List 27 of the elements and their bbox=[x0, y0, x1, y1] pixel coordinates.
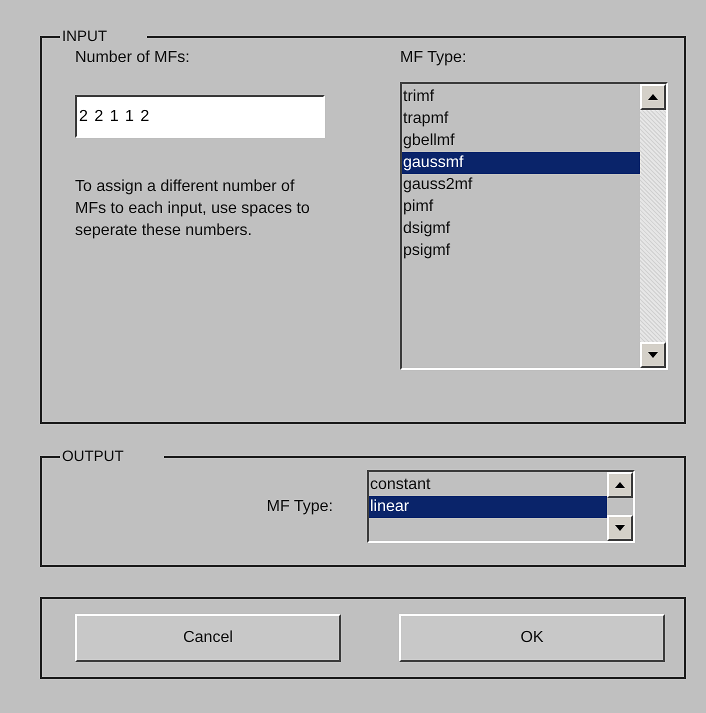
scroll-up-button[interactable] bbox=[607, 472, 633, 498]
scroll-up-button[interactable] bbox=[640, 84, 666, 110]
hint-text: To assign a different number of MFs to each input, use spaces to seperate these numbers. bbox=[75, 177, 311, 241]
field-label: MF Type: bbox=[266, 498, 334, 516]
scroll-down-button[interactable] bbox=[640, 342, 666, 368]
list-item[interactable]: psigmf bbox=[402, 240, 640, 262]
list-item[interactable]: constant bbox=[369, 474, 607, 496]
list-item[interactable]: gauss2mf bbox=[402, 174, 640, 196]
list-item[interactable]: gaussmf bbox=[402, 152, 640, 174]
up-triangle-icon bbox=[648, 94, 658, 100]
list-item[interactable]: linear bbox=[369, 496, 607, 518]
list-item[interactable]: gbellmf bbox=[402, 130, 640, 152]
scroll-down-button[interactable] bbox=[607, 515, 633, 541]
down-triangle-icon bbox=[648, 352, 658, 358]
field-label: MF Type: bbox=[400, 48, 468, 68]
dialog-button[interactable]: Cancel bbox=[75, 614, 341, 662]
list-item[interactable]: pimf bbox=[402, 196, 640, 218]
number-input-field[interactable]: 2 2 1 1 2 bbox=[75, 95, 325, 138]
list-item[interactable]: dsigmf bbox=[402, 218, 640, 240]
dialog-button[interactable]: OK bbox=[399, 614, 665, 662]
down-triangle-icon bbox=[615, 525, 625, 531]
field-label: Number of MFs: bbox=[75, 48, 191, 68]
up-triangle-icon bbox=[615, 482, 625, 488]
group-title: INPUT bbox=[62, 28, 107, 45]
group-title: OUTPUT bbox=[62, 448, 124, 465]
list-item[interactable]: trapmf bbox=[402, 108, 640, 130]
list-item[interactable]: trimf bbox=[402, 86, 640, 108]
